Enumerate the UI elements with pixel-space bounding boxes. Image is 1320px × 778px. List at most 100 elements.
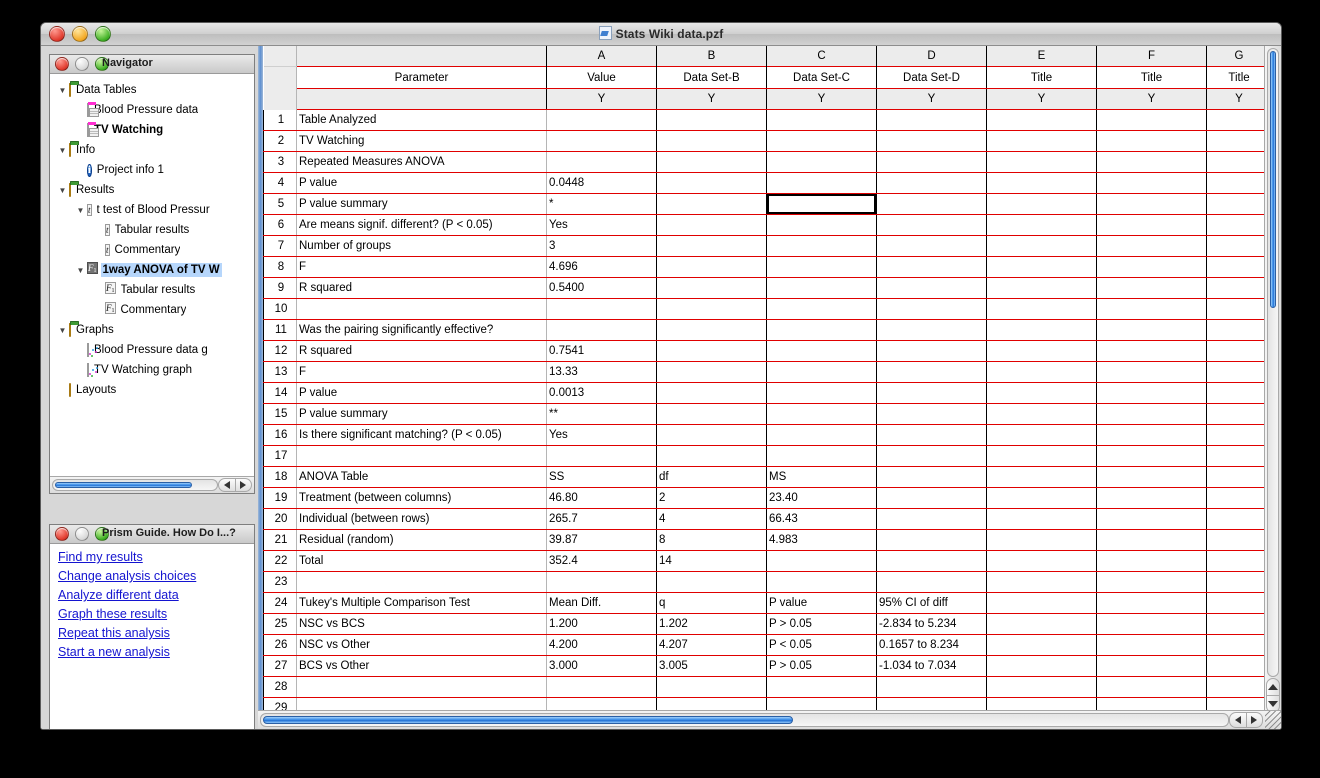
guide-traffic-lights[interactable]: [55, 527, 109, 541]
row-header-12[interactable]: 12: [263, 340, 297, 362]
cell-F6[interactable]: [1096, 214, 1207, 236]
cell-G17[interactable]: [1206, 445, 1272, 467]
cell-F22[interactable]: [1096, 550, 1207, 572]
cell-C16[interactable]: [766, 424, 877, 446]
cell-param-r20[interactable]: Individual (between rows): [296, 508, 547, 530]
row-header-21[interactable]: 21: [263, 529, 297, 551]
cell-param-r27[interactable]: BCS vs Other: [296, 655, 547, 677]
guide-link-repeat-this-analysis[interactable]: Repeat this analysis: [58, 624, 254, 643]
nav-tree-item-blood-pressure-data[interactable]: Blood Pressure data: [50, 100, 254, 120]
cell-D4[interactable]: [876, 172, 987, 194]
navigator-scrollbar-track[interactable]: [52, 479, 218, 491]
cell-B17[interactable]: [656, 445, 767, 467]
cell-A6[interactable]: Yes: [546, 214, 657, 236]
guide-close-button[interactable]: [55, 527, 69, 541]
row-header-13[interactable]: 13: [263, 361, 297, 383]
scroll-up-button[interactable]: [1266, 678, 1280, 696]
cell-F7[interactable]: [1096, 235, 1207, 257]
cell-A27[interactable]: 3.000: [546, 655, 657, 677]
cell-param-r7[interactable]: Number of groups: [296, 235, 547, 257]
cell-C25[interactable]: P > 0.05: [766, 613, 877, 635]
cell-F17[interactable]: [1096, 445, 1207, 467]
cell-E21[interactable]: [986, 529, 1097, 551]
cell-B14[interactable]: [656, 382, 767, 404]
cell-param-r3[interactable]: Repeated Measures ANOVA: [296, 151, 547, 173]
column-title-F[interactable]: Title: [1096, 66, 1207, 89]
cell-E6[interactable]: [986, 214, 1097, 236]
navigator-close-button[interactable]: [55, 57, 69, 71]
window-resize-grip[interactable]: [1265, 711, 1281, 729]
column-header-F[interactable]: F: [1096, 46, 1207, 67]
cell-G1[interactable]: [1206, 109, 1272, 131]
cell-A5[interactable]: *: [546, 193, 657, 215]
navigator-traffic-lights[interactable]: [55, 57, 109, 71]
sheet-vscroll-thumb[interactable]: [1270, 51, 1276, 308]
guide-link-graph-these-results[interactable]: Graph these results: [58, 605, 254, 624]
sheet-hscroll-arrows[interactable]: [1229, 712, 1263, 728]
disclosure-triangle-icon[interactable]: ▼: [56, 146, 69, 155]
navigator-scrollbar-arrows[interactable]: [218, 478, 252, 492]
cell-param-r15[interactable]: P value summary: [296, 403, 547, 425]
cell-D20[interactable]: [876, 508, 987, 530]
cell-E13[interactable]: [986, 361, 1097, 383]
cell-G3[interactable]: [1206, 151, 1272, 173]
sheet-vscroll-track[interactable]: [1267, 48, 1279, 677]
cell-F5[interactable]: [1096, 193, 1207, 215]
column-type-F[interactable]: Y: [1096, 88, 1207, 110]
cell-F28[interactable]: [1096, 676, 1207, 698]
cell-param-r24[interactable]: Tukey's Multiple Comparison Test: [296, 592, 547, 614]
cell-B26[interactable]: 4.207: [656, 634, 767, 656]
cell-C27[interactable]: P > 0.05: [766, 655, 877, 677]
cell-C18[interactable]: MS: [766, 466, 877, 488]
row-header-23[interactable]: 23: [263, 571, 297, 593]
navigator-scrollbar-thumb[interactable]: [55, 482, 192, 488]
nav-tree-item-t-test-of-blood-pressur[interactable]: ▼ t t test of Blood Pressur: [50, 200, 254, 220]
navigator-horizontal-scrollbar[interactable]: [50, 476, 254, 493]
cell-E23[interactable]: [986, 571, 1097, 593]
row-header-16[interactable]: 16: [263, 424, 297, 446]
cell-D3[interactable]: [876, 151, 987, 173]
cell-B9[interactable]: [656, 277, 767, 299]
cell-A9[interactable]: 0.5400: [546, 277, 657, 299]
cell-E19[interactable]: [986, 487, 1097, 509]
cell-E11[interactable]: [986, 319, 1097, 341]
cell-C13[interactable]: [766, 361, 877, 383]
row-header-15[interactable]: 15: [263, 403, 297, 425]
cell-D16[interactable]: [876, 424, 987, 446]
cell-A26[interactable]: 4.200: [546, 634, 657, 656]
cell-G8[interactable]: [1206, 256, 1272, 278]
cell-D7[interactable]: [876, 235, 987, 257]
cell-C10[interactable]: [766, 298, 877, 320]
cell-D9[interactable]: [876, 277, 987, 299]
cell-param-r17[interactable]: [296, 445, 547, 467]
cell-A1[interactable]: [546, 109, 657, 131]
cell-E16[interactable]: [986, 424, 1097, 446]
cell-C22[interactable]: [766, 550, 877, 572]
cell-E24[interactable]: [986, 592, 1097, 614]
scroll-left-button[interactable]: [1229, 712, 1247, 728]
row-header-3[interactable]: 3: [263, 151, 297, 173]
sheet-hscroll-thumb[interactable]: [263, 716, 793, 724]
navigator-titlebar[interactable]: Navigator: [50, 55, 254, 74]
row-header-19[interactable]: 19: [263, 487, 297, 509]
cell-F23[interactable]: [1096, 571, 1207, 593]
row-header-20[interactable]: 20: [263, 508, 297, 530]
cell-G5[interactable]: [1206, 193, 1272, 215]
cell-G26[interactable]: [1206, 634, 1272, 656]
cell-param-r9[interactable]: R squared: [296, 277, 547, 299]
cell-B28[interactable]: [656, 676, 767, 698]
cell-D24[interactable]: 95% CI of diff: [876, 592, 987, 614]
cell-A22[interactable]: 352.4: [546, 550, 657, 572]
column-header-A[interactable]: A: [546, 46, 657, 67]
cell-F9[interactable]: [1096, 277, 1207, 299]
cell-G10[interactable]: [1206, 298, 1272, 320]
cell-param-r6[interactable]: Are means signif. different? (P < 0.05): [296, 214, 547, 236]
cell-F16[interactable]: [1096, 424, 1207, 446]
cell-B27[interactable]: 3.005: [656, 655, 767, 677]
cell-D17[interactable]: [876, 445, 987, 467]
cell-D14[interactable]: [876, 382, 987, 404]
cell-C12[interactable]: [766, 340, 877, 362]
cell-D19[interactable]: [876, 487, 987, 509]
grid-corner[interactable]: [263, 46, 297, 67]
cell-A4[interactable]: 0.0448: [546, 172, 657, 194]
